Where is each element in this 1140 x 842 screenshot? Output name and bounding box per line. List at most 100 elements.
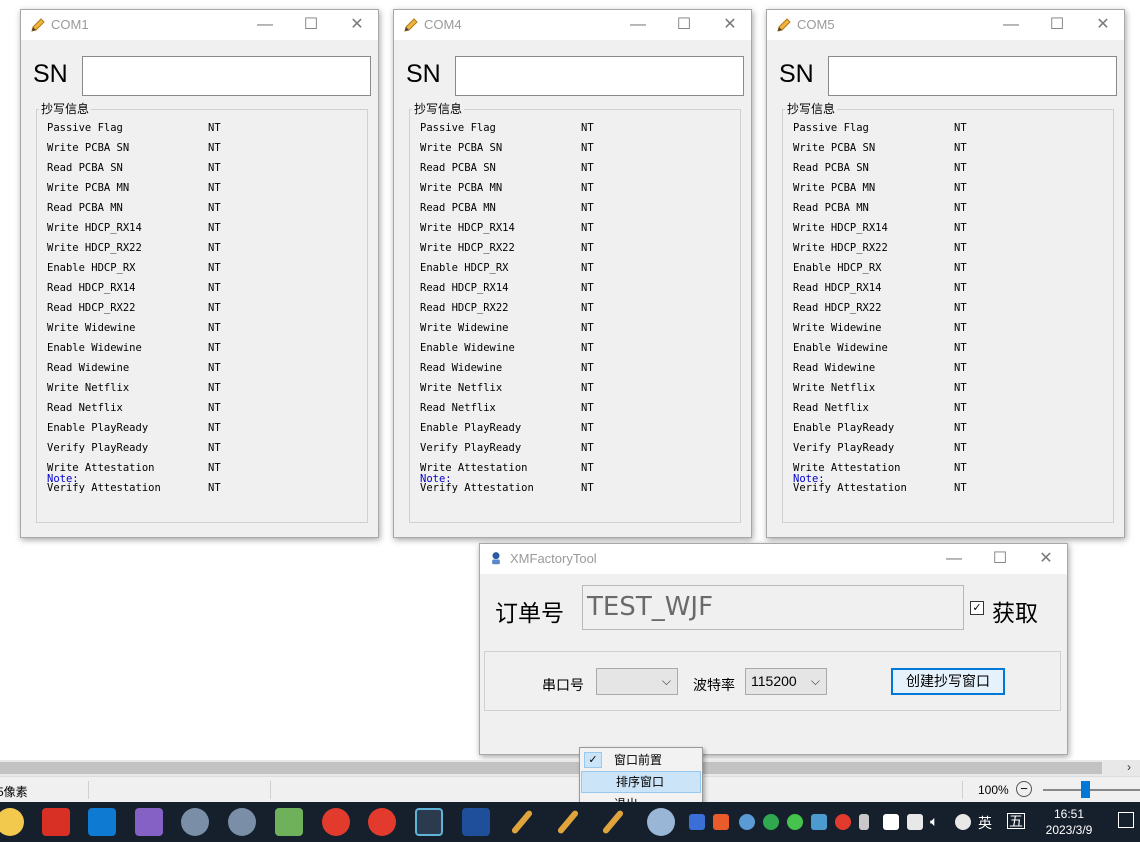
security-shield-icon[interactable]: [883, 814, 899, 830]
vscode-icon[interactable]: [88, 808, 116, 836]
ime-indicator[interactable]: 英: [978, 813, 992, 833]
shield-icon[interactable]: [907, 814, 923, 830]
info-row: Write HDCP_RX14 NT: [793, 222, 967, 234]
tray-app-icon[interactable]: [689, 814, 705, 830]
info-row: Enable Widewine NT: [793, 342, 967, 354]
info-row: Verify PlayReady NT: [47, 442, 221, 454]
info-status: NT: [208, 302, 221, 314]
info-row: Read HDCP_RX14 NT: [47, 282, 221, 294]
baud-select[interactable]: 115200 ⌵: [745, 668, 827, 695]
info-status: NT: [581, 422, 594, 434]
info-row: Enable PlayReady NT: [420, 422, 594, 434]
window-title: XMFactoryTool: [510, 551, 597, 566]
pencil-icon[interactable]: [510, 809, 534, 835]
title-bar[interactable]: COM5 — ☐ ✕: [767, 10, 1124, 40]
info-status: NT: [581, 202, 594, 214]
game-controller-icon[interactable]: [228, 808, 256, 836]
sn-label: SN: [33, 60, 68, 88]
fetch-checkbox[interactable]: ✓: [970, 601, 984, 615]
tray-app-icon[interactable]: [739, 814, 755, 830]
info-label: Enable HDCP_RX: [793, 262, 882, 274]
tray-app-icon[interactable]: [835, 814, 851, 830]
baud-label: 波特率: [693, 677, 735, 693]
game-controller-icon[interactable]: [181, 808, 209, 836]
close-button[interactable]: ✕: [1080, 10, 1126, 40]
info-row: Read Widewine NT: [47, 362, 221, 374]
menu-item-sort-windows[interactable]: 排序窗口: [581, 771, 701, 793]
sn-input[interactable]: [828, 56, 1117, 96]
zoom-slider-thumb[interactable]: [1081, 781, 1090, 798]
close-button[interactable]: ✕: [707, 10, 753, 40]
info-row: Read Widewine NT: [793, 362, 967, 374]
info-label: Passive Flag: [793, 122, 869, 134]
sn-input[interactable]: [82, 56, 371, 96]
info-row: Read PCBA SN NT: [47, 162, 221, 174]
info-label: Enable HDCP_RX: [420, 262, 509, 274]
tray-app-icon[interactable]: [713, 814, 729, 830]
title-bar[interactable]: COM4 — ☐ ✕: [394, 10, 751, 40]
note-text: Note:: [793, 473, 825, 485]
maximize-button[interactable]: ☐: [1034, 10, 1080, 40]
app-red-g-icon[interactable]: [368, 808, 396, 836]
title-bar[interactable]: XMFactoryTool — ☐ ✕: [480, 544, 1067, 574]
info-row: Enable PlayReady NT: [47, 422, 221, 434]
app-icon-duck[interactable]: [0, 808, 24, 836]
info-label: Read PCBA SN: [793, 162, 869, 174]
maximize-button[interactable]: ☐: [661, 10, 707, 40]
info-status: NT: [581, 142, 594, 154]
info-status: NT: [954, 442, 967, 454]
app-red-g-icon[interactable]: [322, 808, 350, 836]
close-button[interactable]: ✕: [1023, 544, 1069, 574]
wechat-icon[interactable]: [955, 814, 971, 830]
minimize-button[interactable]: —: [615, 10, 661, 40]
tray-app-icon[interactable]: [763, 814, 779, 830]
info-label: Enable Widewine: [47, 342, 142, 354]
paint-icon[interactable]: [647, 808, 675, 836]
ime-mode-indicator[interactable]: 五: [1007, 813, 1025, 829]
wechat-icon[interactable]: [787, 814, 803, 830]
zoom-slider-track[interactable]: [1043, 789, 1140, 791]
order-label: 订单号: [495, 600, 564, 626]
zoom-out-icon[interactable]: −: [1016, 781, 1032, 797]
scroll-right-icon[interactable]: ›: [1127, 760, 1131, 774]
speaker-icon[interactable]: 🔈︎: [930, 813, 938, 830]
maximize-button[interactable]: ☐: [288, 10, 334, 40]
info-row: Read PCBA MN NT: [47, 202, 221, 214]
pencil-icon[interactable]: [556, 809, 580, 835]
title-bar[interactable]: COM1 — ☐ ✕: [21, 10, 378, 40]
maximize-button[interactable]: ☐: [977, 544, 1023, 574]
app-p-icon[interactable]: [462, 808, 490, 836]
usb-icon[interactable]: [859, 814, 869, 830]
info-row: Write PCBA MN NT: [47, 182, 221, 194]
fetch-label[interactable]: 获取: [992, 594, 1038, 628]
info-row: Write HDCP_RX22 NT: [793, 242, 967, 254]
minimize-button[interactable]: —: [931, 544, 977, 574]
gmail-icon[interactable]: [42, 808, 70, 836]
close-button[interactable]: ✕: [334, 10, 380, 40]
info-status: NT: [581, 182, 594, 194]
info-row: Write HDCP_RX14 NT: [420, 222, 594, 234]
status-bar: 5像素 100% −: [0, 776, 1140, 802]
info-status: NT: [954, 362, 967, 374]
create-window-button[interactable]: 创建抄写窗口: [891, 668, 1005, 695]
info-label: Write HDCP_RX14: [47, 222, 142, 234]
pencil-icon[interactable]: [601, 809, 625, 835]
port-select[interactable]: ⌵: [596, 668, 678, 695]
minimize-button[interactable]: —: [242, 10, 288, 40]
info-label: Write HDCP_RX22: [420, 242, 515, 254]
scrollbar-thumb[interactable]: [0, 762, 1102, 774]
notification-icon[interactable]: [1118, 812, 1134, 828]
info-status: NT: [208, 342, 221, 354]
info-status: NT: [581, 482, 594, 494]
bug-icon[interactable]: [415, 808, 443, 836]
info-label: Enable PlayReady: [47, 422, 149, 434]
order-input[interactable]: TEST_WJF: [582, 585, 964, 630]
menu-item-label: 排序窗口: [616, 775, 665, 789]
minimize-button[interactable]: —: [988, 10, 1034, 40]
notepad-chart-icon[interactable]: [275, 808, 303, 836]
menu-item-bring-front[interactable]: ✓ 窗口前置: [580, 749, 702, 771]
clock[interactable]: 16:51 2023/3/9: [1036, 806, 1102, 838]
tray-app-icon[interactable]: [811, 814, 827, 830]
sn-input[interactable]: [455, 56, 744, 96]
visual-studio-icon[interactable]: [135, 808, 163, 836]
